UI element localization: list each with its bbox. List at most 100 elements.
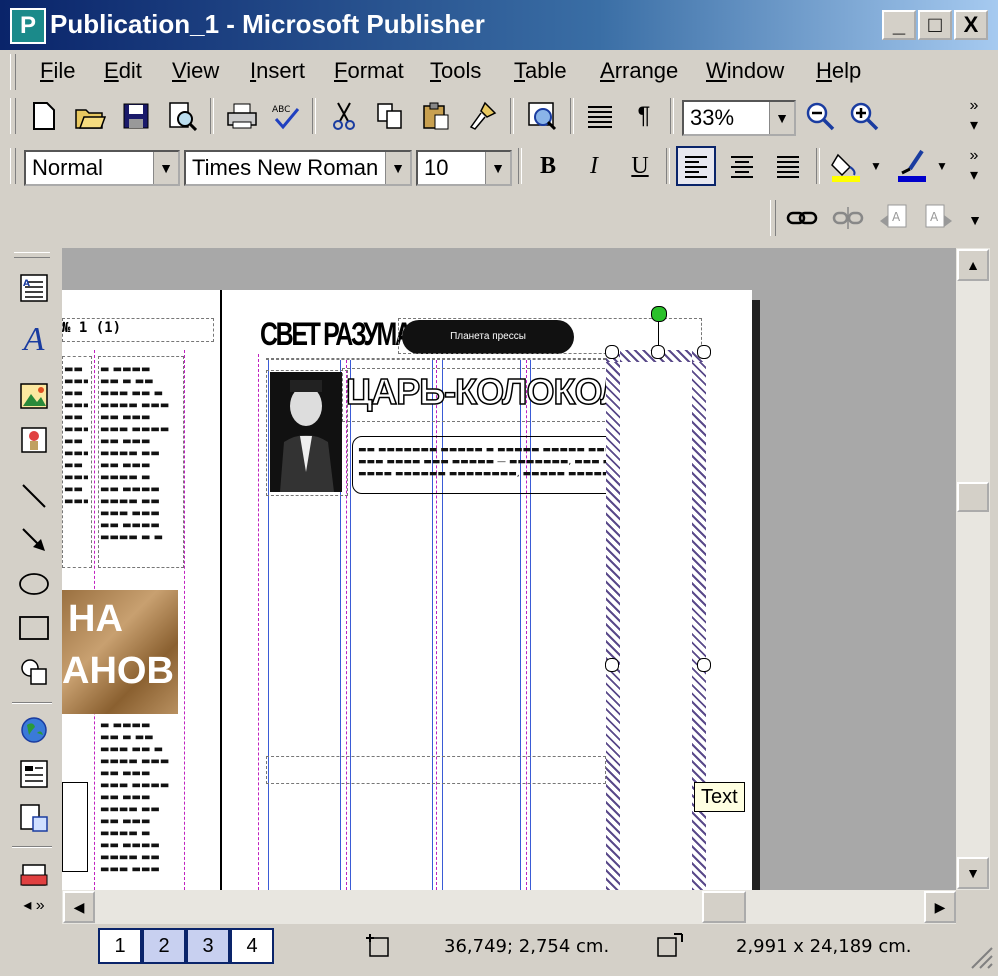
font-size-combobox[interactable]: 10 ▼ <box>416 150 512 186</box>
italic-button[interactable]: I <box>574 146 614 186</box>
chevron-down-icon[interactable]: ▼ <box>932 146 952 186</box>
picture-frame-tool-icon[interactable] <box>14 376 54 416</box>
print-icon[interactable] <box>222 96 262 136</box>
arrow-tool-icon[interactable] <box>14 520 54 560</box>
print-preview-icon[interactable] <box>162 96 202 136</box>
next-frame-icon[interactable]: A <box>918 198 958 238</box>
zoom-out-icon[interactable] <box>800 96 840 136</box>
left-page[interactable]: № 1 (1) ▬ ▬▬▬▬ ▬▬ ▬ ▬▬ ▬▬▬ ▬▬ ▬ ▬▬▬▬ ▬▬▬… <box>62 290 220 890</box>
toolbar-overflow-icon[interactable]: » ▾ <box>956 146 992 186</box>
scroll-up-icon[interactable]: ▲ <box>957 249 989 281</box>
html-fragment-icon[interactable] <box>14 798 54 838</box>
new-document-icon[interactable] <box>24 96 64 136</box>
publisher-app-icon[interactable]: P <box>10 8 46 44</box>
autoshapes-tool-icon[interactable] <box>14 652 54 692</box>
paste-icon[interactable] <box>416 96 456 136</box>
page-4-button[interactable]: 4 <box>230 928 274 964</box>
close-button[interactable]: X <box>954 10 988 40</box>
web-preview-icon[interactable] <box>522 96 562 136</box>
selected-frame-border[interactable] <box>606 350 706 890</box>
scroll-down-icon[interactable]: ▼ <box>957 857 989 889</box>
save-disk-icon[interactable] <box>116 96 156 136</box>
clip-art-tool-icon[interactable] <box>14 420 54 460</box>
chevron-down-icon[interactable]: ▼ <box>866 146 886 186</box>
chevron-down-icon[interactable]: ▼ <box>769 102 794 134</box>
menu-edit[interactable]: Edit <box>104 58 142 84</box>
toolbar-overflow-icon[interactable]: ◂ » <box>14 896 54 920</box>
page-3-button[interactable]: 3 <box>186 928 230 964</box>
align-left-icon[interactable] <box>676 146 716 186</box>
zoom-in-icon[interactable] <box>844 96 884 136</box>
resize-handle[interactable] <box>697 345 711 359</box>
menu-tools[interactable]: Tools <box>430 58 481 84</box>
cut-scissors-icon[interactable] <box>324 96 364 136</box>
previous-frame-icon[interactable]: A <box>874 198 914 238</box>
rectangle-tool-icon[interactable] <box>14 608 54 648</box>
copy-icon[interactable] <box>370 96 410 136</box>
menu-grip[interactable] <box>10 54 16 90</box>
line-color-brush-icon[interactable] <box>892 146 932 186</box>
font-combobox[interactable]: Times New Roman ▼ <box>184 150 412 186</box>
bold-button[interactable]: B <box>528 146 568 186</box>
vertical-scrollbar[interactable]: ▲ ▼ <box>956 248 990 890</box>
resize-handle[interactable] <box>605 345 619 359</box>
link-chain-icon[interactable] <box>782 198 822 238</box>
toolbar-overflow-icon[interactable]: » ▾ <box>956 96 992 136</box>
resize-handle[interactable] <box>605 658 619 672</box>
form-control-icon[interactable] <box>14 754 54 794</box>
menu-insert[interactable]: Insert <box>250 58 305 84</box>
open-folder-icon[interactable] <box>70 96 110 136</box>
chevron-down-icon[interactable]: ▼ <box>385 152 410 184</box>
menu-arrange[interactable]: Arrange <box>600 58 678 84</box>
format-painter-icon[interactable] <box>462 96 502 136</box>
oval-tool-icon[interactable] <box>14 564 54 604</box>
vertical-scroll-thumb[interactable] <box>957 482 989 512</box>
portrait-photo[interactable] <box>270 372 342 492</box>
menu-format[interactable]: Format <box>334 58 404 84</box>
justify-icon[interactable] <box>768 146 808 186</box>
hot-spot-globe-icon[interactable] <box>14 710 54 750</box>
line-tool-icon[interactable] <box>14 476 54 516</box>
main-page[interactable]: СВЕТ РАЗУМА Планета прессы ЦАРЬ-КОЛОКОЛ … <box>220 290 752 890</box>
selected-frame-interior[interactable] <box>620 362 692 890</box>
resize-handle[interactable] <box>651 345 665 359</box>
menu-window[interactable]: Window <box>706 58 784 84</box>
align-center-icon[interactable] <box>722 146 762 186</box>
banner-image[interactable]: НА АНОВ <box>62 590 178 714</box>
wordart-tool-icon[interactable]: A <box>14 320 54 360</box>
spelling-check-icon[interactable]: ABC <box>266 96 306 136</box>
masthead-title[interactable]: СВЕТ РАЗУМА <box>260 316 413 352</box>
menu-file[interactable]: File <box>40 58 75 84</box>
menu-view[interactable]: View <box>172 58 219 84</box>
sidebar-box[interactable] <box>62 782 88 872</box>
style-combobox[interactable]: Normal ▼ <box>24 150 180 186</box>
rotation-handle[interactable] <box>651 306 667 322</box>
menu-help[interactable]: Help <box>816 58 861 84</box>
text-box-tool-icon[interactable]: A <box>14 268 54 308</box>
toolbar-grip[interactable] <box>10 148 16 184</box>
page-1-button[interactable]: 1 <box>98 928 142 964</box>
toolbar-grip[interactable] <box>770 200 776 236</box>
chevron-down-icon[interactable]: ▼ <box>153 152 178 184</box>
chevron-down-icon[interactable]: ▼ <box>485 152 510 184</box>
scroll-right-icon[interactable]: ▶ <box>924 891 956 923</box>
scroll-left-icon[interactable]: ◀ <box>63 891 95 923</box>
horizontal-scroll-thumb[interactable] <box>702 891 746 923</box>
chevron-down-icon[interactable]: ▼ <box>960 210 990 250</box>
resize-grip-icon[interactable] <box>966 942 994 970</box>
footer-frame[interactable] <box>266 756 606 784</box>
horizontal-scrollbar[interactable]: ◀ ▶ <box>62 890 956 924</box>
design-gallery-icon[interactable] <box>14 854 54 894</box>
zoom-combobox[interactable]: 33% ▼ <box>682 100 796 136</box>
toolbar-grip[interactable] <box>10 98 16 134</box>
fill-color-bucket-icon[interactable] <box>826 146 866 186</box>
unlink-chain-icon[interactable] <box>828 198 868 238</box>
pilcrow-icon[interactable]: ¶ <box>624 96 664 136</box>
document-workspace[interactable]: № 1 (1) ▬ ▬▬▬▬ ▬▬ ▬ ▬▬ ▬▬▬ ▬▬ ▬ ▬▬▬▬ ▬▬▬… <box>62 248 956 890</box>
columns-icon[interactable] <box>580 96 620 136</box>
minimize-button[interactable]: _ <box>882 10 916 40</box>
underline-button[interactable]: U <box>620 146 660 186</box>
toolbar-grip[interactable] <box>14 252 50 258</box>
resize-handle[interactable] <box>697 658 711 672</box>
menu-table[interactable]: Table <box>514 58 567 84</box>
